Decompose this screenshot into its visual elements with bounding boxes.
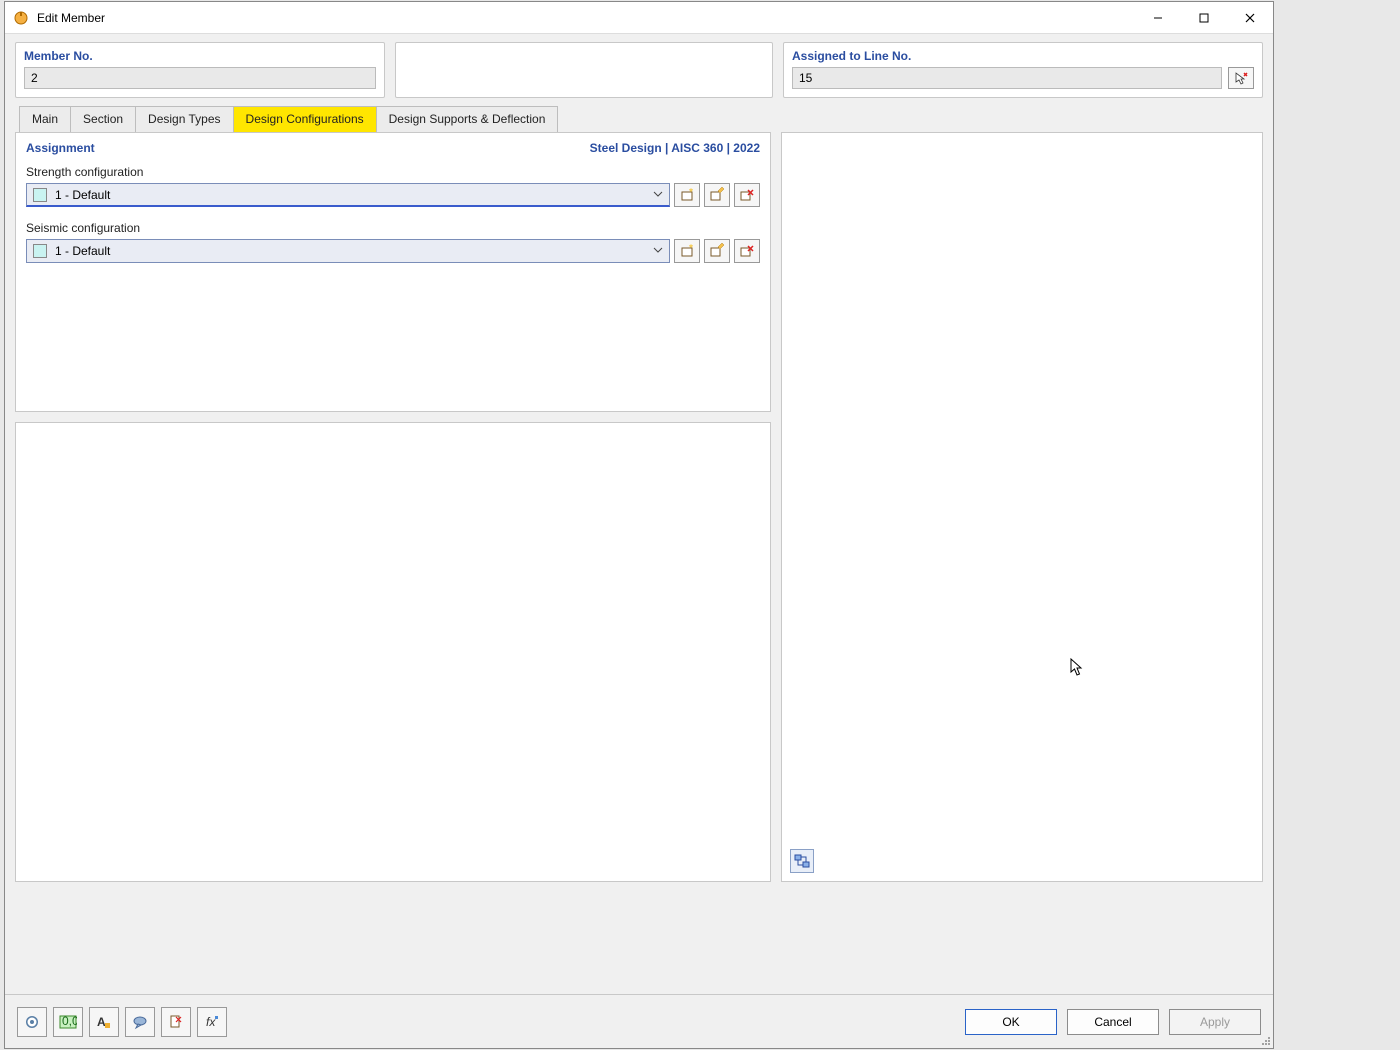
tab-design-types[interactable]: Design Types — [135, 106, 234, 132]
member-number-label: Member No. — [24, 49, 376, 63]
seismic-delete-button[interactable] — [734, 239, 760, 263]
tabs-row: Main Section Design Types Design Configu… — [5, 98, 1273, 132]
chevron-down-icon — [653, 188, 663, 202]
seismic-config-select[interactable]: 1 - Default — [26, 239, 670, 263]
assigned-line-label: Assigned to Line No. — [792, 49, 1254, 63]
strength-delete-button[interactable] — [734, 183, 760, 207]
design-spec-label: Steel Design | AISC 360 | 2022 — [590, 141, 760, 155]
tab-main[interactable]: Main — [19, 106, 71, 132]
app-icon — [13, 10, 29, 26]
footer-bar: 0,00 A fx OK Cancel Apply — [5, 994, 1273, 1048]
cancel-button[interactable]: Cancel — [1067, 1009, 1159, 1035]
tooltip-toggle-button[interactable] — [125, 1007, 155, 1037]
tab-design-supports-deflection[interactable]: Design Supports & Deflection — [376, 106, 559, 132]
apply-button: Apply — [1169, 1009, 1261, 1035]
right-viewer-panel — [781, 132, 1263, 882]
middle-empty-panel — [395, 42, 773, 98]
lower-left-panel — [15, 422, 771, 882]
seismic-edit-button[interactable] — [704, 239, 730, 263]
dialog-window: Edit Member Member No. 2 Assigned to Lin… — [4, 1, 1274, 1049]
strength-edit-button[interactable] — [704, 183, 730, 207]
svg-text:0,00: 0,00 — [62, 1015, 77, 1028]
strength-config-label: Strength configuration — [26, 165, 760, 179]
titlebar: Edit Member — [5, 2, 1273, 34]
seismic-config-label: Seismic configuration — [26, 221, 760, 235]
assignment-title: Assignment — [26, 141, 95, 155]
close-button[interactable] — [1227, 2, 1273, 33]
color-swatch-icon — [33, 244, 47, 258]
seismic-new-button[interactable] — [674, 239, 700, 263]
viewer-refresh-button[interactable] — [790, 849, 814, 873]
member-number-field[interactable]: 2 — [24, 67, 376, 89]
color-swatch-icon — [33, 188, 47, 202]
window-title: Edit Member — [37, 11, 1135, 25]
tab-section[interactable]: Section — [70, 106, 136, 132]
tab-design-configurations[interactable]: Design Configurations — [233, 106, 377, 132]
pick-line-button[interactable] — [1228, 67, 1254, 89]
minimize-button[interactable] — [1135, 2, 1181, 33]
maximize-button[interactable] — [1181, 2, 1227, 33]
svg-text:fx: fx — [206, 1015, 216, 1029]
ok-button[interactable]: OK — [965, 1009, 1057, 1035]
formula-button[interactable]: fx — [197, 1007, 227, 1037]
units-button[interactable]: 0,00 — [53, 1007, 83, 1037]
strength-config-select[interactable]: 1 - Default — [26, 183, 670, 207]
member-number-panel: Member No. 2 — [15, 42, 385, 98]
help-button[interactable] — [17, 1007, 47, 1037]
assigned-line-field[interactable]: 15 — [792, 67, 1222, 89]
svg-text:A: A — [97, 1015, 106, 1029]
resize-grip-icon[interactable] — [1259, 1034, 1271, 1046]
chevron-down-icon — [653, 244, 663, 258]
font-button[interactable]: A — [89, 1007, 119, 1037]
seismic-config-value: 1 - Default — [55, 244, 110, 258]
window-controls — [1135, 2, 1273, 33]
strength-new-button[interactable] — [674, 183, 700, 207]
clipboard-button[interactable] — [161, 1007, 191, 1037]
strength-config-value: 1 - Default — [55, 188, 110, 202]
assigned-line-panel: Assigned to Line No. 15 — [783, 42, 1263, 98]
assignment-panel: Assignment Steel Design | AISC 360 | 202… — [15, 132, 771, 412]
